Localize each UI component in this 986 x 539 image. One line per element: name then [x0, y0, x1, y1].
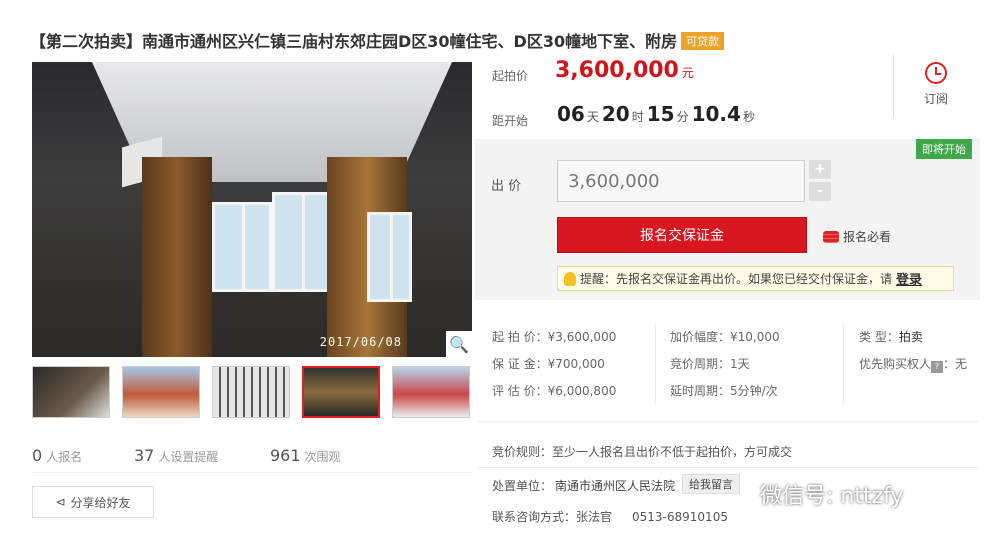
share-icon: ⊲ [55, 495, 66, 509]
bid-amount-input[interactable] [557, 160, 805, 202]
loan-badge: 可贷款 [681, 32, 725, 50]
auction-title-text: 【第二次拍卖】南通市通州区兴仁镇三庙村东郊庄园D区30幢住宅、D区30幢地下室、… [30, 32, 678, 51]
divider [32, 472, 472, 473]
contact-info: 联系咨询方式：张法官 0513-68910105 [492, 508, 728, 525]
photo-date-stamp: 2017/06/08 [319, 335, 402, 349]
contact-phone: 0513-68910105 [632, 510, 728, 524]
bidding-rule: 竞价规则：至少一人报名且出价不低于起拍价，方可成交 [492, 445, 793, 459]
info-increment: 加价幅度：¥10,000 [670, 330, 780, 344]
thumbnail[interactable] [212, 366, 290, 418]
divider [655, 324, 656, 404]
divider [843, 324, 844, 404]
thumbnail[interactable] [392, 366, 470, 418]
photo-window [212, 202, 272, 292]
photo-curtain-left [142, 157, 212, 357]
start-price-value: 3,600,000 [555, 58, 679, 83]
countdown-seconds: 10.4 [691, 102, 741, 126]
bid-panel: 即将开始 出 价 + - 报名交保证金 报名必看 提醒：先报名交保证金再出价。如… [475, 139, 980, 300]
thumbnail[interactable] [32, 366, 110, 418]
photo-window [272, 192, 332, 292]
info-priority-label: 优先购买权人 [859, 357, 932, 371]
question-icon[interactable]: ? [931, 361, 944, 373]
info-type-label: 类 型： [859, 330, 899, 344]
auction-title: 【第二次拍卖】南通市通州区兴仁镇三庙村东郊庄园D区30幢住宅、D区30幢地下室、… [30, 28, 725, 52]
photo-window [367, 212, 412, 302]
share-label: 分享给好友 [70, 495, 131, 510]
lightbulb-icon [564, 271, 576, 286]
court-label: 处置单位： [492, 479, 553, 493]
thumbnail-strip [32, 366, 470, 418]
decrease-button[interactable]: - [809, 182, 831, 201]
tip-text: 提醒：先报名交保证金再出价。如果您已经交付保证金，请 [580, 272, 893, 286]
countdown-minutes-unit: 分 [676, 110, 689, 124]
divider [893, 55, 894, 117]
countdown-hours: 20 [601, 102, 630, 126]
start-price-label: 起拍价 [492, 69, 529, 83]
info-start-price: 起 拍 价：¥3,600,000 [492, 330, 617, 344]
subscribe-button[interactable]: 订阅 [906, 62, 966, 107]
info-priority: 优先购买权人? ：无 [859, 355, 967, 373]
countdown-days: 06 [557, 102, 585, 126]
countdown-seconds-unit: 秒 [742, 110, 755, 124]
stat-registrations: 0 人报名 [32, 446, 83, 465]
court-name: 南通市通州区人民法院 [555, 479, 676, 493]
leave-message-button[interactable]: 给我留言 [682, 474, 740, 494]
alarm-clock-icon [925, 62, 947, 84]
main-photo[interactable]: 2017/06/08 🔍 [32, 62, 472, 357]
countdown-minutes: 15 [646, 102, 675, 126]
bid-stepper: + - [809, 160, 837, 204]
coins-icon [823, 230, 839, 243]
increase-button[interactable]: + [809, 160, 831, 179]
thumbnail[interactable] [122, 366, 200, 418]
share-button[interactable]: ⊲ 分享给好友 [32, 486, 154, 518]
countdown-days-unit: 天 [586, 110, 599, 124]
reminder-tip: 提醒：先报名交保证金再出价。如果您已经交付保证金，请 登录 [557, 266, 954, 291]
magnifier-icon[interactable]: 🔍 [446, 331, 472, 357]
countdown-label: 距开始 [492, 114, 529, 128]
bid-label: 出 价 [491, 179, 522, 194]
countdown-hours-unit: 时 [631, 110, 644, 124]
info-period: 竞价周期：1天 [670, 357, 750, 371]
info-deposit: 保 证 金：¥700,000 [492, 357, 605, 371]
login-link[interactable]: 登录 [896, 269, 922, 288]
info-priority-value: ：无 [943, 357, 968, 371]
start-price-unit: 元 [681, 66, 694, 80]
info-type-value: 拍卖 [898, 330, 923, 344]
status-badge: 即将开始 [916, 139, 972, 159]
countdown-timer: 06 天 20 时 15 分 10.4 秒 [557, 102, 758, 126]
must-know-link[interactable]: 报名必看 [823, 228, 891, 245]
thumbnail-active[interactable] [302, 366, 380, 418]
divider [478, 467, 978, 468]
start-price: 3,600,000 元 [555, 58, 694, 83]
subscribe-label: 订阅 [923, 92, 948, 106]
stat-reminders: 37 人设置提醒 [134, 446, 219, 465]
must-know-label: 报名必看 [843, 230, 892, 244]
pay-deposit-button[interactable]: 报名交保证金 [557, 217, 807, 253]
stats-bar: 0 人报名 37 人设置提醒 961 次围观 [32, 446, 341, 465]
info-type: 类 型：拍卖 [859, 328, 923, 345]
divider [478, 421, 978, 422]
wechat-watermark: 微信号: nttzfy [760, 484, 904, 509]
info-appraisal: 评 估 价：¥6,000,800 [492, 384, 617, 398]
contact-label: 联系咨询方式：张法官 [492, 510, 613, 524]
info-extension: 延时周期：5分钟/次 [670, 384, 778, 398]
stat-views: 961 次围观 [270, 446, 341, 465]
